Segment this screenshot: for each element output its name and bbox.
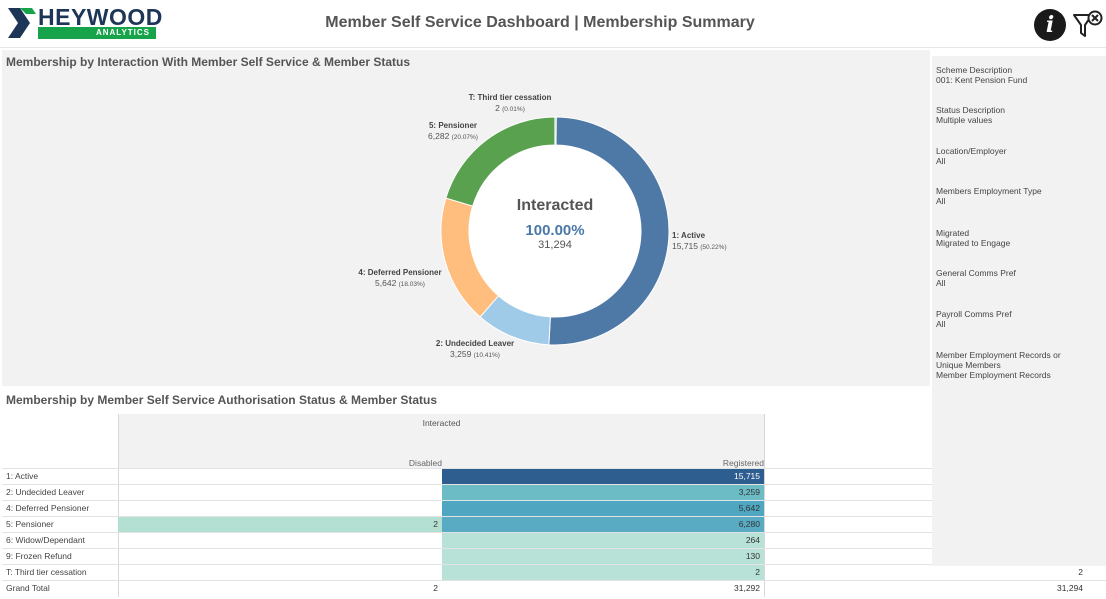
disabled-cell[interactable]	[118, 565, 442, 580]
row-label: 4: Deferred Pensioner	[6, 503, 90, 513]
cell-value: 5,642	[738, 503, 760, 513]
filter-status-description[interactable]: Status Description Multiple values	[936, 105, 1104, 125]
registered-cell[interactable]: 31,292	[442, 581, 764, 596]
registered-cell[interactable]: 264	[442, 533, 764, 548]
donut-center-percent: 100.00%	[525, 222, 585, 239]
cell-value: 2	[433, 519, 438, 529]
filter-migrated[interactable]: Migrated Migrated to Engage	[936, 228, 1104, 248]
slice-label-third-tier-cessation: T: Third tier cessation 2 (0.01%)	[468, 93, 552, 113]
registered-cell[interactable]: 130	[442, 549, 764, 564]
column-header-disabled: Disabled	[408, 458, 442, 468]
filter-scheme-description[interactable]: Scheme Description 001: Kent Pension Fun…	[936, 65, 1104, 85]
filter-summary-panel: Scheme Description 001: Kent Pension Fun…	[932, 56, 1106, 566]
cell-value: 31,292	[734, 583, 760, 593]
cell-value: 130	[745, 551, 760, 561]
clear-filters-button[interactable]	[1072, 9, 1104, 41]
info-icon: i	[1045, 12, 1055, 38]
slice-label-active: 1: Active 15,715 (50.22%)	[672, 231, 727, 251]
cell-value: 2	[1078, 567, 1083, 577]
row-label: 9: Frozen Refund	[6, 551, 72, 561]
slice-label-undecided-leaver: 2: Undecided Leaver 3,259 (10.41%)	[435, 339, 515, 359]
info-button[interactable]: i	[1034, 9, 1066, 41]
cell-value: 3,259	[738, 487, 760, 497]
registered-cell[interactable]: 6,280	[442, 517, 764, 532]
disabled-cell[interactable]	[118, 501, 442, 516]
disabled-cell[interactable]	[118, 549, 442, 564]
filter-general-comms-pref[interactable]: General Comms Pref All	[936, 268, 1104, 288]
disabled-cell[interactable]	[118, 485, 442, 500]
registered-cell[interactable]: 3,259	[442, 485, 764, 500]
registered-cell[interactable]: 15,715	[442, 469, 764, 484]
row-label: Grand Total	[6, 583, 50, 593]
table-row[interactable]: T: Third tier cessation 2 2	[2, 564, 1106, 580]
grand-total-row[interactable]: Grand Total 2 31,292 31,294	[2, 580, 1106, 596]
donut-center-count: 31,294	[538, 239, 572, 251]
column-group-header: Interacted	[422, 418, 461, 428]
filter-employment-records-or-unique[interactable]: Member Employment Records or Unique Memb…	[936, 350, 1076, 380]
registered-cell[interactable]: 2	[442, 565, 764, 580]
row-label: 6: Widow/Dependant	[6, 535, 85, 545]
cell-value: 2	[433, 583, 438, 593]
authorisation-status-table: Interacted Disabled Registered 1: Active…	[2, 414, 1106, 597]
cell-value: 264	[745, 535, 760, 545]
cell-value: 6,280	[738, 519, 760, 529]
filter-clear-icon	[1073, 10, 1103, 37]
total-cell[interactable]: 31,294	[765, 581, 1087, 596]
disabled-cell[interactable]: 2	[118, 517, 442, 532]
row-label: 1: Active	[6, 471, 39, 481]
filter-payroll-comms-pref[interactable]: Payroll Comms Pref All	[936, 309, 1104, 329]
row-label: 5: Pensioner	[6, 519, 54, 529]
cell-value: 2	[755, 567, 760, 577]
cell-value: 31,294	[1057, 583, 1083, 593]
row-label: T: Third tier cessation	[6, 567, 87, 577]
filter-members-employment-type[interactable]: Members Employment Type All	[936, 186, 1104, 206]
donut-center-title: Interacted	[516, 197, 594, 214]
total-cell[interactable]: 2	[765, 565, 1087, 580]
column-header-registered: Registered	[722, 458, 764, 468]
cell-value: 15,715	[734, 471, 760, 481]
slice-label-pensioner: 5: Pensioner 6,282 (20.07%)	[428, 121, 478, 141]
disabled-cell[interactable]	[118, 469, 442, 484]
slice-label-deferred-pensioner: 4: Deferred Pensioner 5,642 (18.03%)	[358, 268, 442, 288]
donut-slice-third-tier-cessation[interactable]	[554, 116, 557, 146]
disabled-cell[interactable]: 2	[118, 581, 442, 596]
row-label: 2: Undecided Leaver	[6, 487, 85, 497]
registered-cell[interactable]: 5,642	[442, 501, 764, 516]
donut-chart	[440, 116, 670, 346]
filter-location-employer[interactable]: Location/Employer All	[936, 146, 1104, 166]
table-title: Membership by Member Self Service Author…	[6, 393, 437, 407]
disabled-cell[interactable]	[118, 533, 442, 548]
